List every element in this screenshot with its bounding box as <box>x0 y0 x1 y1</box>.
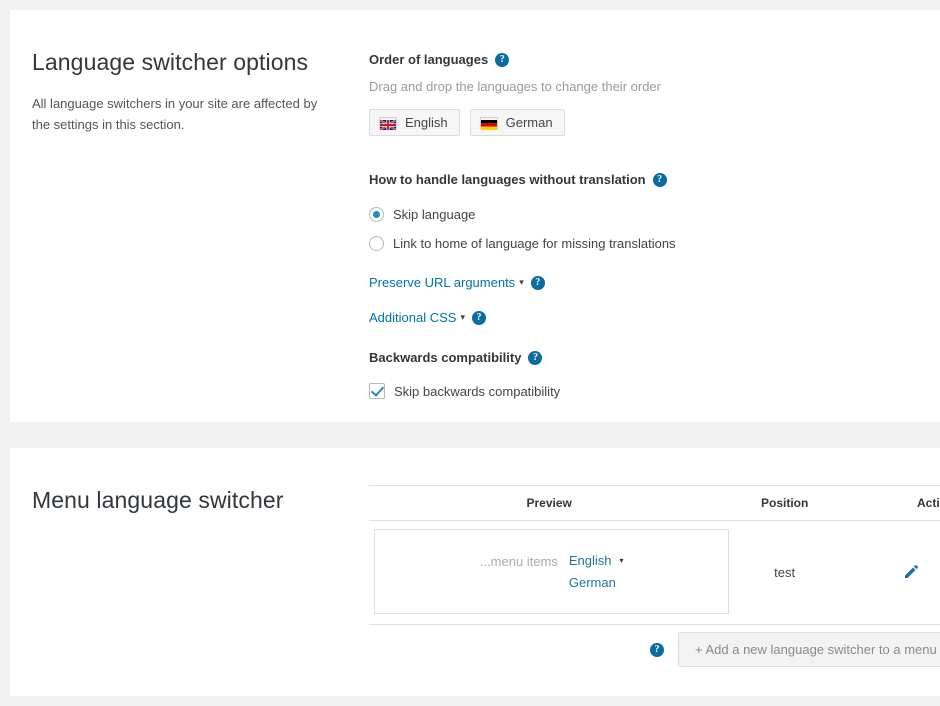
preview-language-list: English ▾ German <box>569 553 624 590</box>
chevron-down-icon[interactable]: ▾ <box>620 556 624 565</box>
menu-left-column: Menu language switcher <box>32 486 352 516</box>
radio-option-link-home[interactable]: Link to home of language for missing tra… <box>369 236 676 251</box>
cell-actions <box>839 520 940 625</box>
skip-backwards-compatibility-checkbox-row[interactable]: Skip backwards compatibility <box>369 383 676 399</box>
column-header-actions: Actions <box>839 485 940 521</box>
radio-button[interactable] <box>369 207 384 222</box>
uk-flag-icon <box>379 116 397 131</box>
order-of-languages-hint: Drag and drop the languages to change th… <box>369 79 661 94</box>
switcher-preview-box: ...menu items English ▾ German <box>374 529 730 614</box>
column-header-preview: Preview <box>369 485 730 521</box>
backwards-compatibility-field: Backwards compatibility ? Skip backwards… <box>369 350 676 399</box>
page-title: Language switcher options <box>32 49 309 75</box>
radio-label: Skip language <box>393 207 476 222</box>
menu-language-switcher-panel: Menu language switcher Preview Position … <box>10 448 940 696</box>
backwards-compatibility-label: Backwards compatibility ? <box>369 350 676 365</box>
cell-position: test <box>729 520 840 625</box>
help-icon[interactable]: ? <box>528 350 543 365</box>
language-order-list: English German <box>369 109 676 136</box>
german-flag-icon <box>479 116 498 130</box>
help-icon[interactable]: ? <box>530 275 545 290</box>
missing-translation-label: How to handle languages without translat… <box>369 172 676 187</box>
table-header: Preview Position Actions <box>369 485 940 521</box>
add-switcher-row: ? + Add a new language switcher to a men… <box>650 632 940 667</box>
help-icon[interactable]: ? <box>471 310 486 325</box>
language-chip-label: English <box>405 115 448 130</box>
missing-translation-field: How to handle languages without translat… <box>369 172 676 251</box>
menu-section-title: Menu language switcher <box>32 487 284 513</box>
options-left-column: Language switcher options All language s… <box>32 48 352 135</box>
edit-pencil-icon[interactable] <box>903 563 920 583</box>
language-chip-label: German <box>505 115 553 130</box>
help-icon[interactable]: ? <box>652 172 667 187</box>
preview-language-german[interactable]: German <box>569 575 624 590</box>
chevron-down-icon[interactable]: ▾ <box>519 278 524 287</box>
preview-language-english[interactable]: English <box>569 553 612 568</box>
add-language-switcher-button[interactable]: + Add a new language switcher to a menu <box>678 632 940 667</box>
order-of-languages-field: Order of languages ? Drag and drop the l… <box>369 52 676 136</box>
table-header-row: Preview Position Actions <box>369 485 940 521</box>
preview-content: ...menu items English ▾ German <box>480 553 624 590</box>
column-header-position: Position <box>729 485 840 521</box>
preserve-url-arguments-link[interactable]: Preserve URL arguments <box>369 275 515 290</box>
additional-css-link[interactable]: Additional CSS <box>369 310 456 325</box>
chevron-down-icon[interactable]: ▾ <box>460 313 465 322</box>
section-description: All language switchers in your site are … <box>32 95 318 132</box>
page-root: Language switcher options All language s… <box>0 0 940 706</box>
preserve-url-arguments-toggle[interactable]: Preserve URL arguments ▾ ? <box>369 275 676 290</box>
table-row: ...menu items English ▾ German test <box>369 520 940 625</box>
table-body: ...menu items English ▾ German test <box>369 520 940 625</box>
checkbox-label: Skip backwards compatibility <box>394 383 561 399</box>
preview-language-english-row: English ▾ <box>569 553 624 568</box>
radio-label: Link to home of language for missing tra… <box>393 236 676 251</box>
menu-items-placeholder: ...menu items <box>479 554 558 569</box>
options-form-column: Order of languages ? Drag and drop the l… <box>369 52 676 399</box>
radio-button[interactable] <box>369 236 384 251</box>
checkbox[interactable] <box>369 383 385 399</box>
language-switcher-options-panel: Language switcher options All language s… <box>10 10 940 422</box>
language-chip-english[interactable]: English <box>369 109 460 136</box>
radio-option-skip-language[interactable]: Skip language <box>369 207 676 222</box>
order-of-languages-label: Order of languages ? <box>369 52 676 67</box>
cell-preview: ...menu items English ▾ German <box>369 520 730 625</box>
language-chip-german[interactable]: German <box>469 109 565 136</box>
help-icon[interactable]: ? <box>650 642 664 657</box>
menu-switcher-table: Preview Position Actions ...menu items <box>369 485 940 625</box>
help-icon[interactable]: ? <box>495 52 510 67</box>
missing-translation-label-text: How to handle languages without translat… <box>369 172 646 187</box>
additional-css-toggle[interactable]: Additional CSS ▾ ? <box>369 310 676 325</box>
backwards-compatibility-label-text: Backwards compatibility <box>369 350 522 365</box>
order-of-languages-label-text: Order of languages <box>369 52 489 67</box>
